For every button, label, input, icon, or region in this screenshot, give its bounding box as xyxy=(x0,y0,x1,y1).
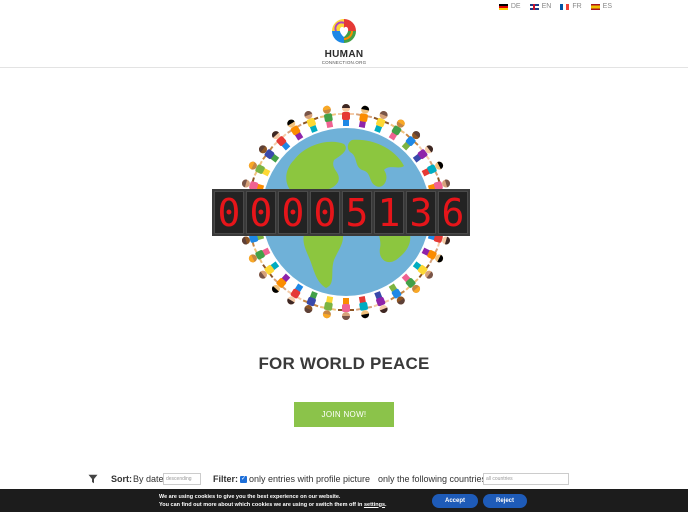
es-flag-icon xyxy=(590,3,600,10)
filter-bar: Sort: By date descending Filter: ✓ only … xyxy=(88,473,588,487)
lang-en[interactable]: EN xyxy=(529,3,552,10)
person-figure xyxy=(421,160,444,177)
cookie-line-2-text: You can find out more about which cookie… xyxy=(159,501,364,508)
join-now-button[interactable]: JOIN NOW! xyxy=(294,402,394,427)
heart-globe-logo-icon xyxy=(332,19,356,43)
cookie-line-2: You can find out more about which cookie… xyxy=(159,502,387,510)
cookie-line-1: We are using cookies to give you the bes… xyxy=(159,494,341,500)
lang-en-label: EN xyxy=(541,3,552,10)
sort-label: Sort: xyxy=(111,474,132,484)
sort-order-value: descending xyxy=(166,476,192,482)
person-figure xyxy=(338,298,354,320)
person-figure xyxy=(248,160,271,177)
counter-digit: 1 xyxy=(374,191,404,235)
person-figure xyxy=(388,283,405,305)
countries-placeholder: all countries xyxy=(486,476,513,482)
logo-title: HUMAN xyxy=(324,49,364,60)
cookie-settings-link[interactable]: settings xyxy=(364,502,385,508)
lang-es-label: ES xyxy=(602,3,612,10)
lang-de[interactable]: DE xyxy=(498,3,521,10)
cookie-reject-button[interactable]: Reject xyxy=(483,494,527,508)
site-logo[interactable]: HUMAN CONNECTION.ORG xyxy=(320,18,368,65)
cookie-banner: We are using cookies to give you the bes… xyxy=(0,489,688,512)
person-figure xyxy=(319,295,337,319)
de-flag-icon xyxy=(498,3,508,10)
countries-filter-label: only the following countries xyxy=(378,474,487,484)
person-figure xyxy=(355,295,373,319)
counter-digit: 0 xyxy=(310,191,340,235)
person-figure xyxy=(248,247,271,264)
sort-order-select[interactable]: descending xyxy=(163,473,201,485)
lang-fr-label: FR xyxy=(572,3,582,10)
fr-flag-icon xyxy=(560,3,570,10)
person-figure xyxy=(355,105,373,129)
lang-es[interactable]: ES xyxy=(590,3,612,10)
person-figure xyxy=(319,105,337,129)
page-headline: FOR WORLD PEACE xyxy=(258,354,430,373)
countries-select[interactable]: all countries xyxy=(483,473,569,485)
filter-label: Filter: xyxy=(213,474,239,484)
person-figure xyxy=(338,104,354,126)
counter-digit: 0 xyxy=(278,191,308,235)
person-figure xyxy=(302,111,319,133)
lang-de-label: DE xyxy=(510,3,521,10)
person-figure xyxy=(373,111,390,133)
person-figure xyxy=(388,119,405,141)
counter-digit: 0 xyxy=(246,191,276,235)
uk-flag-icon xyxy=(529,3,539,10)
person-figure xyxy=(287,119,304,141)
person-figure xyxy=(373,291,390,313)
cookie-line-2-end: . xyxy=(385,501,387,508)
site-header: DE EN FR ES HUMAN CONNECTION.ORG xyxy=(0,0,688,68)
profile-picture-filter-label[interactable]: only entries with profile picture xyxy=(249,474,370,484)
member-counter: 0 0 0 0 5 1 3 6 xyxy=(212,189,470,236)
counter-digit: 3 xyxy=(406,191,436,235)
person-figure xyxy=(302,291,319,313)
counter-digit: 5 xyxy=(342,191,372,235)
filter-funnel-icon[interactable] xyxy=(88,474,98,484)
logo-subtitle: CONNECTION.ORG xyxy=(321,60,367,65)
counter-digit: 6 xyxy=(438,191,468,235)
language-switcher: DE EN FR ES xyxy=(498,3,612,10)
cookie-message: We are using cookies to give you the bes… xyxy=(159,494,387,509)
person-figure xyxy=(287,283,304,305)
sort-by-value[interactable]: By date xyxy=(133,474,164,484)
person-figure xyxy=(421,247,444,264)
profile-picture-checkbox[interactable]: ✓ xyxy=(240,476,247,483)
cookie-accept-button[interactable]: Accept xyxy=(432,494,478,508)
lang-fr[interactable]: FR xyxy=(560,3,582,10)
counter-digit: 0 xyxy=(214,191,244,235)
